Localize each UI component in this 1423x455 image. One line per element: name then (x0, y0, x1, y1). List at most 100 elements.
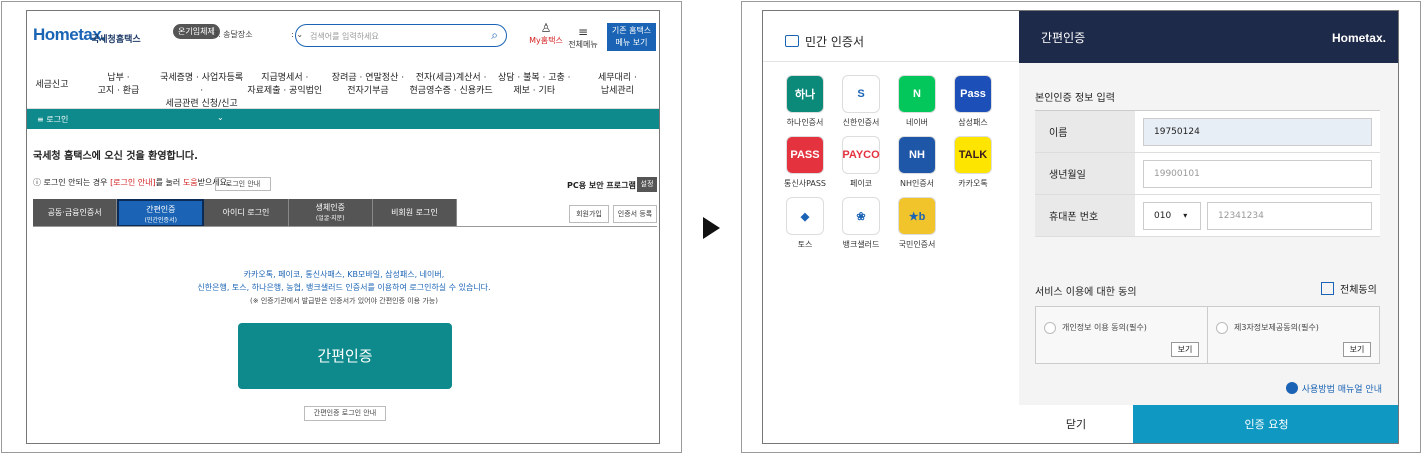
cert-app-icon[interactable]: ◆ (786, 197, 824, 235)
tab-id-login[interactable]: 아이디 로그인 (204, 199, 289, 227)
login-breadcrumb-bar[interactable]: ≡ 로그인 ⌄ (27, 109, 659, 129)
manual-link[interactable]: 사용방법 매뉴얼 안내 (1285, 382, 1382, 395)
cert-app-item[interactable]: PAYCO 페이코 (833, 136, 889, 189)
arrow-right-icon (703, 217, 720, 239)
nav-item[interactable]: 장려금 · 연말정산 · 전자기부금 (326, 63, 409, 108)
name-field[interactable]: 19750124 (1143, 118, 1372, 146)
nav-item[interactable]: 지급명세서 · 자료제출 · 공익법인 (243, 63, 326, 108)
cert-app-label: 네이버 (905, 118, 929, 127)
private-cert-panel: 민간 인증서 하나 하나인증서 S 신한인증서 N 네이버 Pass 삼성패스 PASS 통신사P… (763, 11, 1019, 443)
auth-request-button[interactable]: 인증 요청 (1133, 405, 1398, 443)
join-button[interactable]: 회원가입 (569, 205, 609, 223)
divider (763, 61, 1019, 62)
identity-form: 이름 19750124 생년월일 19900101 휴대폰 번호 010 ▾ 12… (1035, 110, 1380, 237)
pc-security-button[interactable]: 설정 (637, 177, 657, 192)
auth-form-panel: 간편인증 Hometax. 본인인증 정보 입력 이름 19750124 생년월… (1019, 11, 1398, 443)
tab-simple-auth[interactable]: 간편인증 (민간인증서) (117, 199, 205, 227)
name-label: 이름 (1035, 111, 1135, 152)
close-button[interactable]: 닫기 (1019, 405, 1133, 443)
private-cert-title: 민간 인증서 (805, 35, 865, 49)
pc-security-label: PC용 보안 프로그램 (567, 181, 636, 190)
nav-item[interactable]: 세무대리 · 납세관리 (576, 63, 659, 108)
cert-app-icon[interactable]: Pass (954, 75, 992, 113)
cert-app-item[interactable]: ❀ 뱅크샐러드 (833, 197, 889, 250)
provider-note: (※ 인증기관에서 발급받은 인증서가 있어야 간편인증 이용 가능) (250, 297, 438, 305)
left-screenshot-frame: Hometax. 국세청홈택스 온기임체제 3. 송달장소 : ⌄ 검색어를 입… (1, 1, 682, 453)
checkbox-icon[interactable] (1321, 282, 1334, 295)
cert-app-icon[interactable]: PASS (786, 136, 824, 174)
hometax-logo-sub: 국세청홈택스 (91, 35, 141, 45)
radio-button[interactable] (1216, 322, 1228, 334)
cert-app-item[interactable]: Pass 삼성패스 (945, 75, 1001, 128)
cert-app-label: 하나인증서 (786, 118, 824, 127)
cert-app-icon[interactable]: N (898, 75, 936, 113)
all-menu-button[interactable]: ≡ 전체메뉴 (568, 25, 598, 50)
cert-app-icon[interactable]: NH (898, 136, 936, 174)
phone-field[interactable]: 12341234 (1207, 202, 1372, 230)
nav-item[interactable]: 납부 · 고지 · 환급 (77, 63, 160, 108)
cert-app-icon[interactable]: ★b (898, 197, 936, 235)
cert-app-label: 뱅크샐러드 (842, 240, 880, 249)
cert-app-item[interactable]: N 네이버 (889, 75, 945, 128)
cert-app-label: 토스 (797, 240, 813, 249)
cert-app-label: 카카오톡 (958, 179, 988, 188)
login-help-text: ⓘ 로그인 안되는 경우 [로그인 안내]를 눌러 도움받으세요. (33, 178, 230, 187)
radio-button[interactable] (1044, 322, 1056, 334)
tab-biometric[interactable]: 생체인증 (얼굴·지문) (289, 199, 373, 227)
view-button[interactable]: 보기 (1171, 342, 1199, 357)
simple-auth-popup: 민간 인증서 하나 하나인증서 S 신한인증서 N 네이버 Pass 삼성패스 PASS 통신사P… (762, 10, 1399, 444)
cert-app-label: 통신사PASS (783, 179, 827, 188)
search-input[interactable]: 검색어를 입력하세요 ⌕ (295, 24, 507, 47)
cert-app-icon[interactable]: ❀ (842, 197, 880, 235)
cert-app-item[interactable]: S 신한인증서 (833, 75, 889, 128)
hamburger-icon: ≡ (577, 25, 589, 39)
view-button[interactable]: 보기 (1343, 342, 1371, 357)
cert-app-item[interactable]: TALK 카카오톡 (945, 136, 1001, 189)
phone-label: 휴대폰 번호 (1035, 195, 1135, 236)
search-icon[interactable]: ⌕ (491, 28, 498, 43)
auth-title: 간편인증 (1041, 31, 1086, 45)
hometax-logo: Hometax. (1331, 31, 1386, 45)
old-menu-button[interactable]: 기존 홈택스 메뉴 보기 (607, 23, 656, 51)
birth-field[interactable]: 19900101 (1143, 160, 1372, 188)
cert-app-label: NH인증서 (899, 179, 935, 188)
cert-app-label: 신한인증서 (842, 118, 880, 127)
phone-row: 휴대폰 번호 010 ▾ 12341234 (1035, 195, 1380, 237)
login-guide-button[interactable]: 로그인 안내 (215, 177, 271, 191)
tab-guest-login[interactable]: 비회원 로그인 (373, 199, 458, 227)
chevron-down-icon[interactable]: ⌄ (217, 113, 224, 122)
user-icon: ♙ (540, 21, 552, 35)
cert-app-label: 삼성패스 (958, 118, 988, 127)
cert-app-icon[interactable]: PAYCO (842, 136, 880, 174)
my-hometax-button[interactable]: ♙ My홈택스 (529, 21, 563, 46)
right-screenshot-frame: 민간 인증서 하나 하나인증서 S 신한인증서 N 네이버 Pass 삼성패스 PASS 통신사P… (741, 1, 1421, 453)
nav-item[interactable]: 국세증명 · 사업자등록 · 세금관련 신청/신고 (160, 63, 243, 109)
agreement-title: 서비스 이용에 대한 동의 (1035, 287, 1137, 298)
name-row: 이름 19750124 (1035, 111, 1380, 153)
nav-item[interactable]: 전자(세금)계산서 · 현금영수증 · 신용카드 (410, 63, 493, 108)
user-circle-icon (1285, 382, 1298, 394)
simple-auth-button[interactable]: 간편인증 (238, 323, 452, 389)
agreement-list: 개인정보 이용 동의(필수) 보기 제3자정보제공동의(필수) 보기 (1035, 306, 1380, 364)
simple-auth-guide-button[interactable]: 간편인증 로그인 안내 (304, 406, 386, 421)
identity-section-title: 본인인증 정보 입력 (1035, 93, 1115, 104)
cert-app-label: 국민인증서 (898, 240, 936, 249)
cert-app-item[interactable]: ◆ 토스 (777, 197, 833, 250)
cert-app-icon[interactable]: 하나 (786, 75, 824, 113)
cert-app-item[interactable]: PASS 통신사PASS (777, 136, 833, 189)
nav-item[interactable]: 세금신고 (27, 63, 77, 108)
agree-all-checkbox[interactable]: 전체동의 (1321, 281, 1377, 296)
cert-register-button[interactable]: 인증서 등록 (613, 205, 657, 223)
cert-app-icon[interactable]: TALK (954, 136, 992, 174)
agreement-item: 제3자정보제공동의(필수) 보기 (1208, 307, 1379, 363)
agreement-item: 개인정보 이용 동의(필수) 보기 (1036, 307, 1208, 363)
phone-prefix-select[interactable]: 010 ▾ (1143, 202, 1201, 230)
cert-app-item[interactable]: ★b 국민인증서 (889, 197, 945, 250)
cert-app-item[interactable]: NH NH인증서 (889, 136, 945, 189)
cert-app-icon[interactable]: S (842, 75, 880, 113)
location-select[interactable]: 3. 송달장소 : ⌄ (213, 29, 303, 40)
nav-item[interactable]: 상담 · 불복 · 고충 · 제보 · 기타 (493, 63, 576, 108)
birth-row: 생년월일 19900101 (1035, 153, 1380, 195)
cert-app-item[interactable]: 하나하나인증서 (777, 75, 833, 128)
tab-joint-cert[interactable]: 공동·금융인증서 (33, 199, 118, 227)
